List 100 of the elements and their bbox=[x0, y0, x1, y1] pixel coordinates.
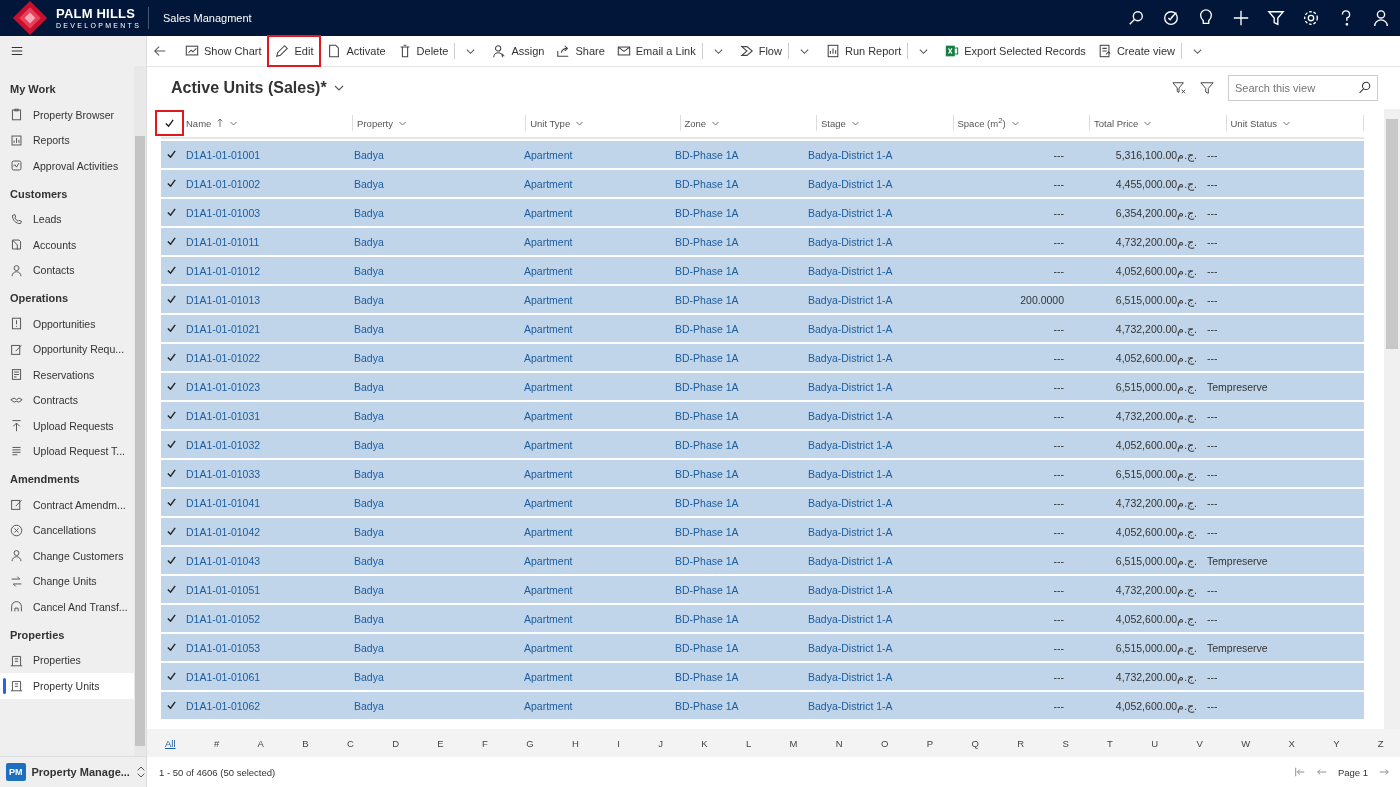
nav-item[interactable]: Reports bbox=[0, 127, 134, 153]
table-link[interactable]: Badya-District 1-A bbox=[808, 699, 893, 712]
check-icon[interactable] bbox=[166, 642, 177, 653]
check-icon[interactable] bbox=[166, 671, 177, 682]
table-link[interactable]: BD-Phase 1A bbox=[675, 612, 739, 625]
sidebar-scrollbar[interactable] bbox=[134, 66, 146, 756]
nav-item[interactable]: Opportunity Requ... bbox=[0, 336, 134, 362]
check-icon[interactable] bbox=[166, 613, 177, 624]
table-link[interactable]: D1A1-01-01023 bbox=[186, 380, 261, 393]
column-header[interactable]: Property bbox=[357, 117, 393, 129]
table-link[interactable]: Badya-District 1-A bbox=[808, 235, 893, 248]
nav-item[interactable]: Change Customers bbox=[0, 543, 134, 569]
clear-filter-icon[interactable] bbox=[1172, 81, 1186, 95]
table-link[interactable]: D1A1-01-01022 bbox=[186, 351, 261, 364]
table-link[interactable]: Badya bbox=[354, 525, 384, 538]
nav-item[interactable]: Cancellations bbox=[0, 517, 134, 543]
nav-item[interactable]: Property Browser bbox=[0, 102, 134, 128]
table-link[interactable]: BD-Phase 1A bbox=[675, 699, 739, 712]
table-link[interactable]: D1A1-01-01042 bbox=[186, 525, 261, 538]
table-link[interactable]: D1A1-01-01001 bbox=[186, 148, 261, 161]
alphabet-filter[interactable]: E bbox=[433, 735, 448, 751]
nav-item[interactable]: Contract Amendm... bbox=[0, 492, 134, 518]
alphabet-filter[interactable]: M bbox=[785, 735, 802, 751]
table-link[interactable]: Apartment bbox=[524, 438, 573, 451]
table-link[interactable]: Apartment bbox=[524, 206, 573, 219]
alphabet-filter[interactable]: F bbox=[478, 735, 492, 751]
table-link[interactable]: BD-Phase 1A bbox=[675, 670, 739, 683]
column-header[interactable]: Name bbox=[186, 117, 212, 129]
alphabet-filter[interactable]: N bbox=[831, 735, 847, 751]
table-link[interactable]: D1A1-01-01002 bbox=[186, 177, 261, 190]
command-button[interactable]: Edit bbox=[267, 35, 322, 67]
table-link[interactable]: Badya bbox=[354, 206, 384, 219]
alphabet-filter[interactable]: D bbox=[388, 735, 403, 751]
table-link[interactable]: Apartment bbox=[524, 235, 573, 248]
check-icon[interactable] bbox=[166, 178, 177, 189]
table-link[interactable]: Apartment bbox=[524, 467, 573, 480]
table-link[interactable]: BD-Phase 1A bbox=[675, 525, 739, 538]
table-link[interactable]: Apartment bbox=[524, 351, 573, 364]
table-link[interactable]: BD-Phase 1A bbox=[675, 235, 739, 248]
nav-item[interactable]: Upload Requests bbox=[0, 413, 134, 439]
alphabet-filter[interactable]: Q bbox=[967, 735, 983, 751]
settings-icon[interactable] bbox=[1302, 9, 1320, 27]
table-link[interactable]: Badya bbox=[354, 641, 384, 654]
table-link[interactable]: Badya-District 1-A bbox=[808, 293, 893, 306]
table-link[interactable]: Badya bbox=[354, 235, 384, 248]
alphabet-filter[interactable]: B bbox=[298, 735, 313, 751]
menu-icon[interactable] bbox=[10, 44, 24, 58]
table-link[interactable]: BD-Phase 1A bbox=[675, 583, 739, 596]
alphabet-filter[interactable]: P bbox=[922, 735, 938, 751]
check-icon[interactable] bbox=[166, 497, 177, 508]
alphabet-filter[interactable]: L bbox=[741, 735, 756, 751]
table-link[interactable]: BD-Phase 1A bbox=[675, 496, 739, 509]
table-link[interactable]: D1A1-01-01032 bbox=[186, 438, 261, 451]
nav-item[interactable]: Property Units bbox=[0, 673, 134, 699]
table-link[interactable]: BD-Phase 1A bbox=[675, 438, 739, 451]
app-title[interactable]: Sales Managment bbox=[163, 12, 252, 24]
table-link[interactable]: Badya-District 1-A bbox=[808, 177, 893, 190]
nav-item[interactable]: Cancel And Transf... bbox=[0, 594, 134, 620]
table-link[interactable]: D1A1-01-01053 bbox=[186, 641, 261, 654]
alphabet-filter[interactable]: W bbox=[1237, 735, 1255, 751]
filter-icon[interactable] bbox=[1267, 9, 1285, 27]
table-link[interactable]: Badya-District 1-A bbox=[808, 148, 893, 161]
search-field[interactable]: Search this view bbox=[1228, 75, 1378, 101]
table-link[interactable]: D1A1-01-01062 bbox=[186, 699, 261, 712]
table-link[interactable]: Badya-District 1-A bbox=[808, 525, 893, 538]
nav-item[interactable]: Accounts bbox=[0, 232, 134, 258]
table-link[interactable]: BD-Phase 1A bbox=[675, 467, 739, 480]
command-button[interactable]: Delete bbox=[391, 35, 455, 67]
nav-item[interactable]: Properties bbox=[0, 647, 134, 673]
table-link[interactable]: D1A1-01-01043 bbox=[186, 554, 261, 567]
alphabet-filter[interactable]: O bbox=[877, 735, 893, 751]
alphabet-filter[interactable]: C bbox=[342, 735, 358, 751]
column-header[interactable]: Space (m$^{2}$) bbox=[957, 116, 1006, 130]
table-link[interactable]: Apartment bbox=[524, 293, 573, 306]
alphabet-filter[interactable]: All bbox=[161, 735, 180, 751]
table-link[interactable]: Badya-District 1-A bbox=[808, 496, 893, 509]
table-link[interactable]: D1A1-01-01052 bbox=[186, 612, 261, 625]
alphabet-filter[interactable]: Y bbox=[1329, 735, 1344, 751]
table-link[interactable]: Badya bbox=[354, 351, 384, 364]
table-link[interactable]: Apartment bbox=[524, 264, 573, 277]
alphabet-filter[interactable]: Z bbox=[1373, 735, 1388, 751]
table-link[interactable]: Apartment bbox=[524, 380, 573, 393]
table-link[interactable]: Apartment bbox=[524, 148, 573, 161]
grid-scrollbar[interactable] bbox=[1384, 109, 1400, 729]
alphabet-filter[interactable]: X bbox=[1284, 735, 1299, 751]
table-link[interactable]: D1A1-01-01003 bbox=[186, 206, 261, 219]
check-icon[interactable] bbox=[166, 526, 177, 537]
table-link[interactable]: D1A1-01-01012 bbox=[186, 264, 261, 277]
nav-item[interactable]: Contracts bbox=[0, 387, 134, 413]
check-icon[interactable] bbox=[166, 381, 177, 392]
table-link[interactable]: Apartment bbox=[524, 612, 573, 625]
nav-item[interactable]: Reservations bbox=[0, 362, 134, 388]
plus-icon[interactable] bbox=[1232, 9, 1250, 27]
alphabet-filter[interactable]: S bbox=[1058, 735, 1073, 751]
alphabet-filter[interactable]: K bbox=[697, 735, 712, 751]
search-icon[interactable] bbox=[1127, 9, 1145, 27]
table-link[interactable]: Badya-District 1-A bbox=[808, 554, 893, 567]
table-link[interactable]: Badya-District 1-A bbox=[808, 670, 893, 683]
nav-item[interactable]: Change Units bbox=[0, 568, 134, 594]
table-link[interactable]: Badya bbox=[354, 583, 384, 596]
